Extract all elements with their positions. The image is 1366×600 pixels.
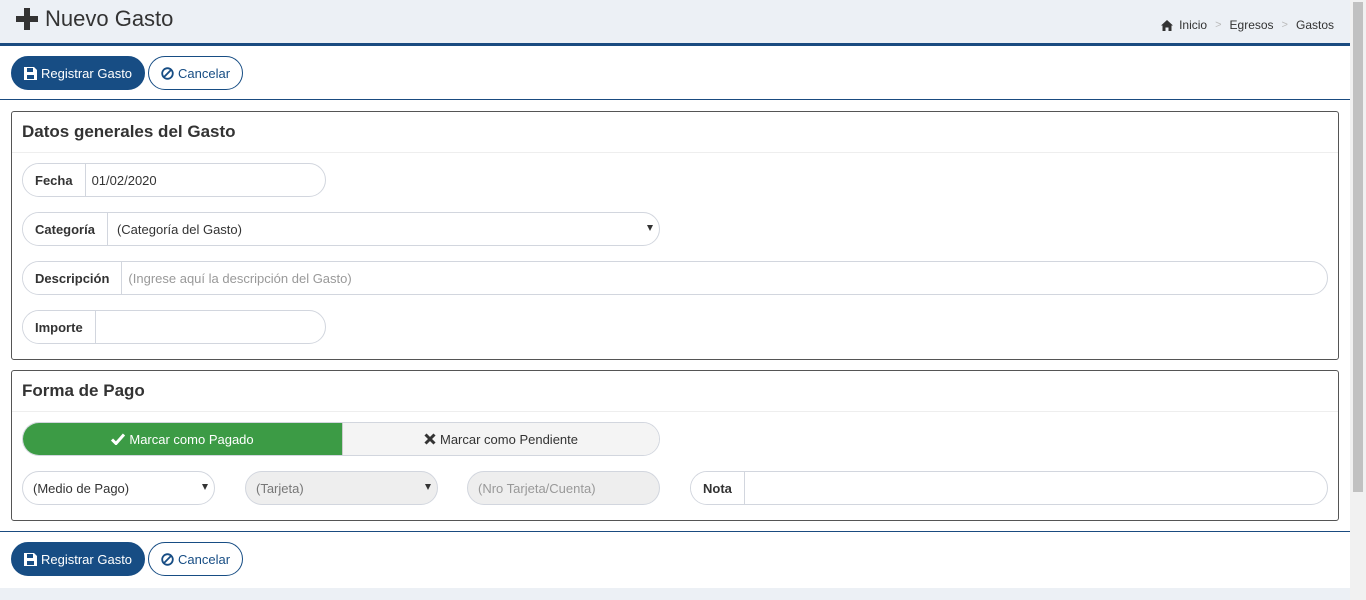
mark-pending-button[interactable]: Marcar como Pendiente [342,423,659,455]
nota-label: Nota [691,472,745,504]
general-data-title: Datos generales del Gasto [12,112,1338,153]
page-title-text: Nuevo Gasto [45,6,174,31]
top-actions: Registrar Gasto Cancelar [11,56,244,90]
cancel-button[interactable]: Cancelar [148,56,244,90]
categoria-field[interactable]: Categoría (Categoría del Gasto) [22,212,660,246]
descripcion-label: Descripción [23,262,123,294]
register-expense-label: Registrar Gasto [41,65,133,81]
footer-strip [0,588,1350,600]
fecha-label: Fecha [23,164,86,196]
save-icon [24,552,37,566]
tarjeta-value: (Tarjeta) [256,480,304,496]
vertical-scrollbar[interactable] [1350,0,1366,600]
breadcrumb-gastos: Gastos [1295,18,1334,32]
fecha-field[interactable]: Fecha 01/02/2020 [22,163,326,197]
categoria-label: Categoría [23,213,108,245]
mark-paid-label: Marcar como Pagado [129,431,254,447]
descripcion-input[interactable]: (Ingrese aquí la descripción del Gasto) [122,262,1327,294]
nota-field[interactable]: Nota [690,471,1328,505]
payment-title: Forma de Pago [12,371,1338,412]
breadcrumb-separator: > [1215,19,1222,31]
content-header: Nuevo Gasto Inicio > Egresos > Gastos [0,0,1350,43]
times-icon [424,433,436,445]
nro-tarjeta-placeholder: (Nro Tarjeta/Cuenta) [478,480,596,496]
categoria-select[interactable]: (Categoría del Gasto) [108,213,659,245]
breadcrumb: Inicio > Egresos > Gastos [1161,18,1334,32]
payment-panel: Forma de Pago Marcar como Pagado Marcar … [11,370,1339,521]
home-icon [1161,19,1174,31]
chevron-down-icon [647,225,653,231]
breadcrumb-egresos[interactable]: Egresos [1230,18,1274,32]
breadcrumb-separator: > [1281,19,1288,31]
save-icon [24,66,37,80]
chevron-down-icon [425,484,431,490]
cancel-label: Cancelar [178,551,231,567]
ban-icon [161,66,174,80]
nro-tarjeta-input[interactable]: (Nro Tarjeta/Cuenta) [467,471,660,505]
mark-pending-label: Marcar como Pendiente [439,431,578,447]
bottom-actions: Registrar Gasto Cancelar [11,542,244,576]
payment-status-toggle[interactable]: Marcar como Pagado Marcar como Pendiente [22,422,660,456]
plus-icon [16,8,38,30]
chevron-down-icon [202,484,208,490]
cancel-label: Cancelar [178,65,231,81]
register-expense-button[interactable]: Registrar Gasto [11,56,146,90]
medio-pago-select[interactable]: (Medio de Pago) [22,471,215,505]
medio-pago-value: (Medio de Pago) [33,480,130,496]
cancel-button[interactable]: Cancelar [148,542,244,576]
page-title: Nuevo Gasto [16,6,173,32]
nota-textarea[interactable] [745,472,1327,504]
scrollbar-thumb[interactable] [1353,2,1363,492]
check-icon [111,433,126,445]
breadcrumb-inicio[interactable]: Inicio [1179,18,1207,32]
descripcion-field[interactable]: Descripción (Ingrese aquí la descripción… [22,261,1328,295]
divider [0,531,1350,532]
tarjeta-select[interactable]: (Tarjeta) [245,471,438,505]
importe-input[interactable] [96,311,325,343]
importe-label: Importe [23,311,96,343]
divider [0,99,1350,100]
importe-field[interactable]: Importe [22,310,326,344]
fecha-input[interactable]: 01/02/2020 [86,164,325,196]
general-data-panel: Datos generales del Gasto Fecha 01/02/20… [11,111,1339,360]
register-expense-button[interactable]: Registrar Gasto [11,542,146,576]
register-expense-label: Registrar Gasto [41,551,133,567]
ban-icon [161,552,174,566]
mark-paid-button[interactable]: Marcar como Pagado [23,423,342,455]
main-box: Registrar Gasto Cancelar Datos generales… [0,43,1350,588]
